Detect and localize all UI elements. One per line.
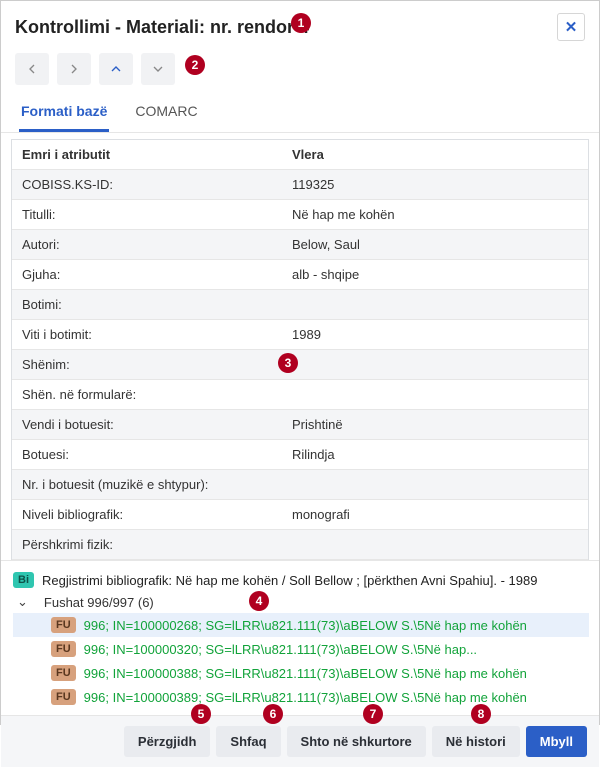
table-row[interactable]: Viti i botimit:1989 [12, 320, 588, 350]
add-shortcut-button[interactable]: Shto në shkurtore [287, 726, 426, 757]
attr-value: Prishtinë [282, 410, 588, 439]
show-button[interactable]: Shfaq [216, 726, 280, 757]
attr-value: Below, Saul [282, 230, 588, 259]
fu-badge: FU [51, 665, 76, 681]
attr-value [282, 530, 588, 559]
field-996-row[interactable]: FU 996; IN=100000320; SG=lLRR\u821.111(73… [13, 637, 589, 661]
table-row[interactable]: Shënim:3 [12, 350, 588, 380]
col-header-name: Emri i atributit [12, 140, 282, 169]
attr-value: Në hap me kohën [282, 200, 588, 229]
attr-name: Viti i botimit: [12, 320, 282, 349]
attr-value [282, 380, 588, 409]
attr-value [282, 350, 588, 379]
attr-name: Gjuha: [12, 260, 282, 289]
attr-name: Shën. në formularë: [12, 380, 282, 409]
attr-name: Përshkrimi fizik: [12, 530, 282, 559]
callout-1: 1 [291, 13, 311, 33]
chevron-down-icon[interactable]: ⌄ [13, 594, 32, 610]
deselect-button[interactable]: Përzgjidh [124, 726, 211, 757]
table-row[interactable]: Shën. në formularë: [12, 380, 588, 410]
table-row[interactable]: Botuesi:Rilindja [12, 440, 588, 470]
attr-name: Titulli: [12, 200, 282, 229]
close-icon: ✕ [565, 18, 578, 36]
nav-down-button[interactable] [141, 53, 175, 85]
nav-next-button[interactable] [57, 53, 91, 85]
attr-value: monografi [282, 500, 588, 529]
nav-prev-button[interactable] [15, 53, 49, 85]
attr-name: Botimi: [12, 290, 282, 319]
callout-8: 8 [471, 704, 491, 724]
attr-name: COBISS.KS-ID: [12, 170, 282, 199]
fu-badge: FU [51, 617, 76, 633]
fu-badge: FU [51, 689, 76, 705]
field-996-text: 996; IN=100000389; SG=lLRR\u821.111(73)\… [84, 690, 527, 705]
arrow-left-icon [24, 61, 40, 77]
attr-value: 119325 [282, 170, 588, 199]
field-996-row[interactable]: FU 996; IN=100000389; SG=lLRR\u821.111(73… [13, 685, 589, 709]
arrow-right-icon [66, 61, 82, 77]
tab-comarc[interactable]: COMARC [133, 95, 199, 132]
fields-996-label[interactable]: Fushat 996/997 (6) [44, 595, 154, 610]
table-row[interactable]: Përshkrimi fizik: [12, 530, 588, 560]
arrow-down-icon [150, 61, 166, 77]
attr-value [282, 470, 588, 499]
nav-up-button[interactable] [99, 53, 133, 85]
callout-5: 5 [191, 704, 211, 724]
table-row[interactable]: COBISS.KS-ID:119325 [12, 170, 588, 200]
bibliographic-record: Regjistrimi bibliografik: Në hap me kohë… [42, 573, 537, 588]
callout-3: 3 [278, 353, 298, 373]
attr-name: Botuesi: [12, 440, 282, 469]
table-row[interactable]: Nr. i botuesit (muzikë e shtypur): [12, 470, 588, 500]
table-row[interactable]: Gjuha:alb - shqipe [12, 260, 588, 290]
attr-name: Niveli bibliografik: [12, 500, 282, 529]
attr-name: Vendi i botuesit: [12, 410, 282, 439]
close-footer-button[interactable]: Mbyll [526, 726, 587, 757]
tab-basic-format[interactable]: Formati bazë [19, 95, 109, 132]
fu-badge: FU [51, 641, 76, 657]
attr-value: 1989 [282, 320, 588, 349]
callout-7: 7 [363, 704, 383, 724]
table-row[interactable]: Niveli bibliografik:monografi [12, 500, 588, 530]
table-row[interactable]: Autori:Below, Saul [12, 230, 588, 260]
attr-name: Nr. i botuesit (muzikë e shtypur): [12, 470, 282, 499]
history-button[interactable]: Në histori [432, 726, 520, 757]
close-button[interactable]: ✕ [557, 13, 585, 41]
bi-badge: Bi [13, 572, 34, 588]
field-996-text: 996; IN=100000268; SG=lLRR\u821.111(73)\… [84, 618, 527, 633]
arrow-up-icon [108, 61, 124, 77]
field-996-text: 996; IN=100000388; SG=lLRR\u821.111(73)\… [84, 666, 527, 681]
attr-value: Rilindja [282, 440, 588, 469]
attr-value [282, 290, 588, 319]
field-996-text: 996; IN=100000320; SG=lLRR\u821.111(73)\… [84, 642, 477, 657]
table-row[interactable]: Botimi: [12, 290, 588, 320]
attr-name: Autori: [12, 230, 282, 259]
field-996-row[interactable]: FU 996; IN=100000268; SG=lLRR\u821.111(73… [13, 613, 589, 637]
callout-6: 6 [263, 704, 283, 724]
callout-2: 2 [185, 55, 205, 75]
col-header-value: Vlera [282, 140, 588, 169]
table-row[interactable]: Titulli:Në hap me kohën [12, 200, 588, 230]
callout-4: 4 [249, 591, 269, 611]
attribute-table: Emri i atributit Vlera COBISS.KS-ID:1193… [11, 139, 589, 560]
attr-name: Shënim: [12, 350, 282, 379]
table-row[interactable]: Vendi i botuesit:Prishtinë [12, 410, 588, 440]
dialog-title: Kontrollimi - Materiali: nr. rendor 4 [15, 17, 309, 38]
field-996-row[interactable]: FU 996; IN=100000388; SG=lLRR\u821.111(73… [13, 661, 589, 685]
attr-value: alb - shqipe [282, 260, 588, 289]
